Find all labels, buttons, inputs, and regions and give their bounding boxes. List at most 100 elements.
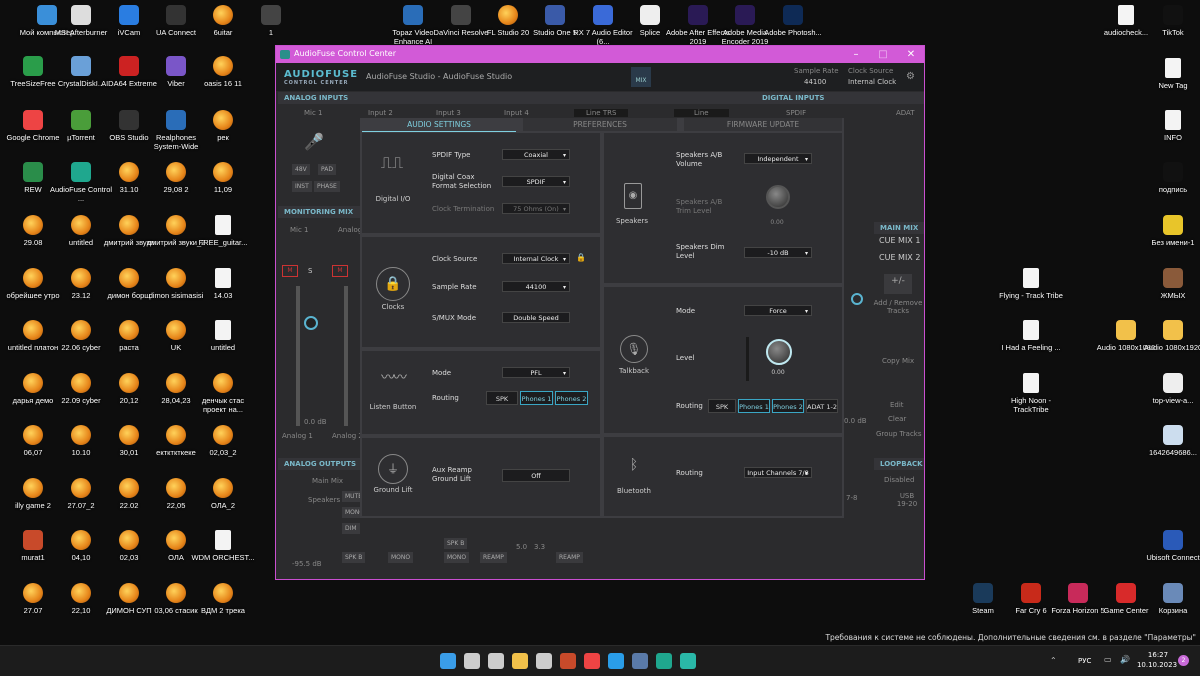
store-icon[interactable]: [536, 653, 552, 669]
edit-button[interactable]: Edit: [890, 401, 904, 409]
talkback-route-phones2[interactable]: Phones 2: [772, 399, 804, 413]
speakers-volume-dropdown[interactable]: Independent ▾: [744, 153, 812, 164]
mono-button-2[interactable]: MONO: [444, 552, 470, 563]
fader-track-1[interactable]: [296, 286, 300, 426]
cue-mix-1[interactable]: CUE MIX 1: [879, 236, 920, 245]
tab-audio-settings[interactable]: AUDIO SETTINGS: [362, 118, 516, 132]
48v-button[interactable]: 48V: [292, 164, 310, 175]
clock-termination-dropdown[interactable]: 75 Ohms (On) ▾: [502, 203, 570, 214]
clock-source-dropdown[interactable]: Internal Clock ▾: [502, 253, 570, 264]
search-icon[interactable]: [464, 653, 480, 669]
minimize-button[interactable]: –: [846, 48, 866, 61]
desktop-icon[interactable]: 14.03: [190, 268, 256, 300]
close-button[interactable]: ✕: [901, 48, 921, 61]
tab-preferences[interactable]: PREFERENCES: [523, 118, 677, 131]
cue-mix-2[interactable]: CUE MIX 2: [879, 253, 920, 262]
desktop-icon[interactable]: ВДМ 2 трека: [190, 583, 256, 615]
pad-button[interactable]: PAD: [318, 164, 336, 175]
talkback-level-knob[interactable]: [766, 339, 792, 365]
desktop-icon[interactable]: Audio 1080x1920: [1140, 320, 1200, 352]
chevron-up-icon[interactable]: ⌃: [1050, 656, 1057, 665]
solo-button-1[interactable]: S: [308, 267, 312, 275]
file-explorer-icon[interactable]: [512, 653, 528, 669]
desktop-icon[interactable]: 02,03_2: [190, 425, 256, 457]
smux-mode-button[interactable]: Double Speed: [502, 312, 570, 323]
fader-track-2[interactable]: [344, 286, 348, 426]
copy-mix[interactable]: Copy Mix: [882, 357, 914, 365]
bluetooth-routing-dropdown[interactable]: Input Channels 7/8 ▾: [744, 467, 812, 478]
desktop-icon[interactable]: FREE_guitar...: [190, 215, 256, 247]
telegram-icon[interactable]: [608, 653, 624, 669]
desktop-icon[interactable]: ЖМЫХ: [1140, 268, 1200, 300]
desktop-icon[interactable]: рек: [190, 110, 256, 142]
reamp-button-2[interactable]: REAMP: [556, 552, 583, 563]
spk-b-button[interactable]: SPK B: [342, 552, 366, 563]
desktop-icon[interactable]: Flying - Track Tribe: [998, 268, 1064, 300]
desktop-icon[interactable]: ОЛА_2: [190, 478, 256, 510]
desktop-icon[interactable]: INFO: [1140, 110, 1200, 142]
ground-lift-toggle[interactable]: Off: [502, 469, 570, 482]
desktop-icon[interactable]: top-view-a...: [1140, 373, 1200, 405]
talkback-mode-dropdown[interactable]: Force ▾: [744, 305, 812, 316]
mono-button-1[interactable]: MONO: [388, 552, 414, 563]
desktop-icon[interactable]: 11,09: [190, 162, 256, 194]
desktop-icon[interactable]: I Had a Feeling ...: [998, 320, 1064, 352]
dim-small[interactable]: DIM: [342, 523, 360, 534]
listen-mode-dropdown[interactable]: PFL ▾: [502, 367, 570, 378]
reamp-button-1[interactable]: REAMP: [480, 552, 507, 563]
desktop-icon[interactable]: High Noon - TrackTribe: [998, 373, 1064, 414]
clock-time[interactable]: 16:27: [1143, 651, 1173, 659]
desktop-icon[interactable]: New Tag: [1140, 58, 1200, 90]
inst-button[interactable]: INST: [292, 181, 312, 192]
desktop-icon[interactable]: 1: [238, 5, 304, 37]
clear-button[interactable]: Clear: [888, 415, 906, 423]
network-icon[interactable]: ▭: [1104, 655, 1112, 664]
desktop-icon[interactable]: untitled: [190, 320, 256, 352]
desktop-icon[interactable]: WDM ORCHEST...: [190, 530, 256, 562]
desktop-icon[interactable]: Корзина: [1140, 583, 1200, 615]
desktop-icon[interactable]: TikTok: [1140, 5, 1200, 37]
talkback-route-spk[interactable]: SPK: [708, 399, 736, 413]
group-tracks[interactable]: Group Tracks: [876, 430, 922, 438]
volume-icon[interactable]: 🔊: [1120, 655, 1130, 664]
chrome-icon[interactable]: [584, 653, 600, 669]
loopback-disabled[interactable]: Disabled: [884, 476, 914, 484]
sample-rate-dropdown[interactable]: 44100 ▾: [502, 281, 570, 292]
desktop-icon[interactable]: 1642649686...: [1140, 425, 1200, 457]
window-titlebar[interactable]: AudioFuse Control Center – □ ✕: [276, 46, 924, 63]
spdif-type-dropdown[interactable]: Coaxial ▾: [502, 149, 570, 160]
audiofuse-icon[interactable]: [656, 653, 672, 669]
gear-icon[interactable]: ⚙: [906, 71, 915, 82]
maximize-button[interactable]: □: [873, 48, 893, 61]
desktop-icon[interactable]: Без имени-1: [1140, 215, 1200, 247]
phase-button[interactable]: PHASE: [314, 181, 340, 192]
notification-badge[interactable]: 2: [1178, 655, 1189, 666]
task-view-icon[interactable]: [488, 653, 504, 669]
language-indicator[interactable]: РУС: [1078, 657, 1091, 665]
tab-firmware-update[interactable]: FIRMWARE UPDATE: [684, 118, 842, 131]
mute-button-2[interactable]: M: [332, 265, 348, 277]
add-remove-tracks-button[interactable]: +/-: [884, 274, 912, 294]
desktop-icon[interactable]: денчык стас проект на...: [190, 373, 256, 414]
desktop-icon[interactable]: Ubisoft Connect: [1140, 530, 1200, 562]
fader-knob-1[interactable]: [304, 316, 318, 330]
desktop-icon[interactable]: oasis 16 11: [190, 56, 256, 88]
clock-date[interactable]: 10.10.2023: [1136, 661, 1178, 669]
coax-format-dropdown[interactable]: SPDIF ▾: [502, 176, 570, 187]
speakers-dim-dropdown[interactable]: -10 dB ▾: [744, 247, 812, 258]
talkback-route-adat12[interactable]: ADAT 1-2: [806, 399, 838, 413]
globe-icon[interactable]: [680, 653, 696, 669]
spk-b-button-2[interactable]: SPK B: [444, 538, 468, 549]
windows-start-icon[interactable]: [440, 653, 456, 669]
talkback-route-phones1[interactable]: Phones 1: [738, 399, 770, 413]
listen-route-phones1[interactable]: Phones 1: [520, 391, 553, 405]
main-fader-knob[interactable]: [851, 293, 863, 305]
media-icon[interactable]: [560, 653, 576, 669]
listen-route-spk[interactable]: SPK: [486, 391, 518, 405]
desktop-icon[interactable]: подпись: [1140, 162, 1200, 194]
listen-route-phones2[interactable]: Phones 2: [555, 391, 588, 405]
mute-button-1[interactable]: M: [282, 265, 298, 277]
desktop-icon[interactable]: Adobe Photosh...: [760, 5, 826, 37]
speakers-trim-knob[interactable]: [766, 185, 790, 209]
steam-icon[interactable]: [632, 653, 648, 669]
